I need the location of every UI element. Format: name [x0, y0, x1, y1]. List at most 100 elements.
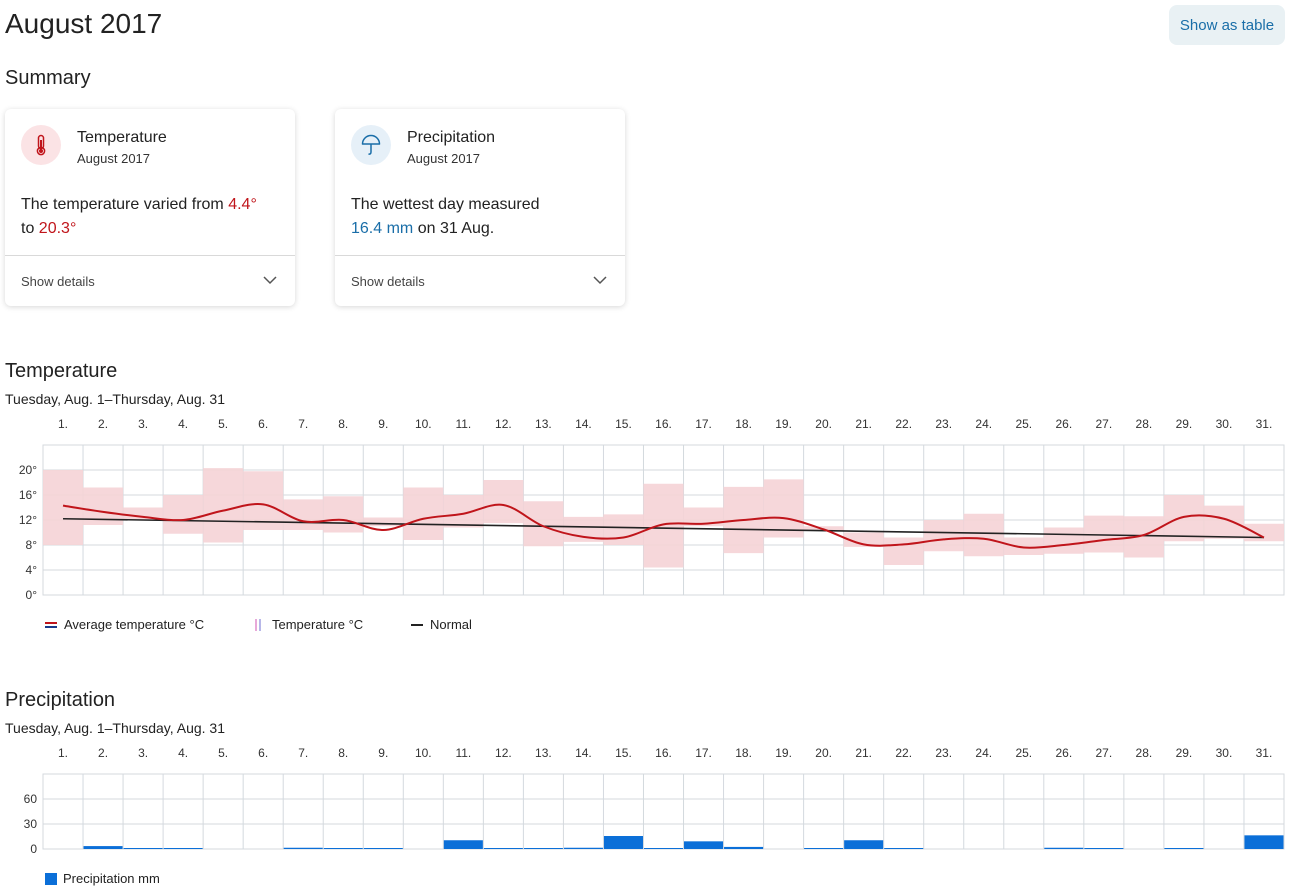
legend-normal-swatch — [411, 623, 423, 626]
legend-average-temperature[interactable]: Average temperature °C — [45, 617, 204, 632]
temp-range-bar — [1003, 537, 1044, 555]
precip-bar — [844, 840, 884, 849]
precip-day-label: 3. — [138, 746, 148, 760]
precip-bar — [603, 836, 643, 849]
precip-bar — [724, 846, 764, 849]
temp-y-tick-label: 0° — [26, 588, 38, 602]
precip-day-label: 19. — [775, 746, 792, 760]
thermometer-icon — [36, 134, 46, 156]
precip-day-label: 23. — [935, 746, 952, 760]
precip-day-label: 15. — [615, 746, 632, 760]
temp-range-bar — [523, 501, 564, 547]
temp-range-bar — [203, 468, 244, 543]
precip-day-label: 6. — [258, 746, 268, 760]
temperature-card-body: The temperature varied from 4.4° to 20.3… — [21, 193, 281, 241]
precipitation-card-body: The wettest day measured 16.4 mm on 31 A… — [351, 193, 611, 241]
precip-day-label: 22. — [895, 746, 912, 760]
legend-range-label: Temperature °C — [272, 617, 364, 632]
temperature-card: Temperature August 2017 The temperature … — [5, 109, 295, 306]
precip-day-label: 13. — [535, 746, 552, 760]
temp-day-label: 14. — [575, 417, 592, 431]
thermometer-icon-badge — [21, 125, 61, 165]
precip-bar — [884, 848, 924, 849]
temperature-min-value: 4.4° — [228, 196, 257, 213]
precip-day-label: 21. — [855, 746, 872, 760]
temp-day-label: 12. — [495, 417, 512, 431]
temp-day-label: 11. — [455, 417, 471, 431]
precip-day-label: 25. — [1015, 746, 1032, 760]
precip-day-label: 9. — [378, 746, 388, 760]
temp-day-label: 10. — [415, 417, 432, 431]
precip-day-label: 16. — [655, 746, 672, 760]
temp-range-bar — [443, 495, 484, 528]
precip-bar — [83, 846, 123, 849]
precip-day-label: 30. — [1216, 746, 1233, 760]
precipitation-card-title: Precipitation — [407, 129, 496, 146]
temp-range-bar — [403, 487, 444, 540]
temperature-text-prefix: The temperature varied from — [21, 196, 229, 213]
temp-range-bar — [1243, 523, 1284, 542]
temp-day-label: 13. — [535, 417, 552, 431]
legend-precipitation-label: Precipitation mm — [63, 871, 160, 886]
temp-range-bar — [603, 514, 644, 545]
precip-bar — [163, 848, 203, 849]
show-as-table-button[interactable]: Show as table — [1169, 5, 1285, 45]
temperature-card-subtitle: August 2017 — [77, 151, 151, 166]
precip-bar — [563, 847, 603, 849]
precipitation-section-range: Tuesday, Aug. 1–Thursday, Aug. 31 — [5, 720, 225, 736]
card-divider — [5, 255, 295, 256]
precip-plot-border — [42, 773, 1285, 850]
precipitation-text-prefix: The wettest day measured — [351, 196, 540, 213]
temp-range-bar — [923, 520, 964, 552]
temp-day-label: 23. — [935, 417, 952, 431]
precip-bar — [283, 847, 323, 849]
legend-temperature-range[interactable]: Temperature °C — [254, 617, 363, 632]
precip-bar — [1044, 847, 1084, 849]
temp-day-label: 19. — [775, 417, 792, 431]
legend-normal[interactable]: Normal — [411, 617, 472, 632]
chevron-down-icon[interactable] — [263, 275, 277, 285]
precip-day-label: 2. — [98, 746, 108, 760]
precip-bar — [123, 848, 163, 849]
legend-normal-label: Normal — [430, 617, 472, 632]
temp-day-label: 16. — [655, 417, 672, 431]
temp-day-label: 15. — [615, 417, 632, 431]
temp-day-label: 24. — [975, 417, 992, 431]
temp-day-label: 26. — [1055, 417, 1072, 431]
precip-day-label: 8. — [338, 746, 348, 760]
precip-day-label: 26. — [1055, 746, 1072, 760]
temp-day-label: 31. — [1256, 417, 1273, 431]
temp-y-tick-label: 16° — [19, 488, 37, 502]
precip-bar — [1244, 835, 1284, 849]
temp-day-label: 29. — [1176, 417, 1193, 431]
temp-day-label: 21. — [855, 417, 872, 431]
temp-day-label: 30. — [1216, 417, 1233, 431]
temp-day-label: 27. — [1096, 417, 1113, 431]
temp-day-label: 1. — [58, 417, 68, 431]
temp-day-label: 8. — [338, 417, 348, 431]
temperature-max-value: 20.3° — [38, 220, 77, 237]
precip-day-label: 31. — [1256, 746, 1273, 760]
precip-day-label: 14. — [575, 746, 592, 760]
temperature-card-title: Temperature — [77, 129, 167, 146]
precip-day-label: 20. — [815, 746, 832, 760]
legend-range-swatch — [255, 618, 261, 631]
card-divider — [335, 255, 625, 256]
precip-day-label: 24. — [975, 746, 992, 760]
temp-range-bar — [363, 517, 404, 527]
temp-range-bar — [1043, 527, 1084, 554]
chevron-down-icon[interactable] — [593, 275, 607, 285]
temp-day-label: 4. — [178, 417, 188, 431]
temp-range-bar — [763, 479, 804, 538]
temp-day-label: 6. — [258, 417, 268, 431]
precipitation-show-details[interactable]: Show details — [351, 274, 425, 289]
temp-day-label: 3. — [138, 417, 148, 431]
temperature-show-details[interactable]: Show details — [21, 274, 95, 289]
precip-day-label: 11. — [455, 746, 471, 760]
precip-day-label: 1. — [58, 746, 68, 760]
temp-range-bar — [323, 496, 364, 533]
legend-precipitation[interactable]: Precipitation mm — [45, 871, 160, 886]
temp-range-bar — [1203, 505, 1244, 539]
precip-bar — [804, 848, 844, 849]
precip-bar — [1084, 848, 1124, 849]
